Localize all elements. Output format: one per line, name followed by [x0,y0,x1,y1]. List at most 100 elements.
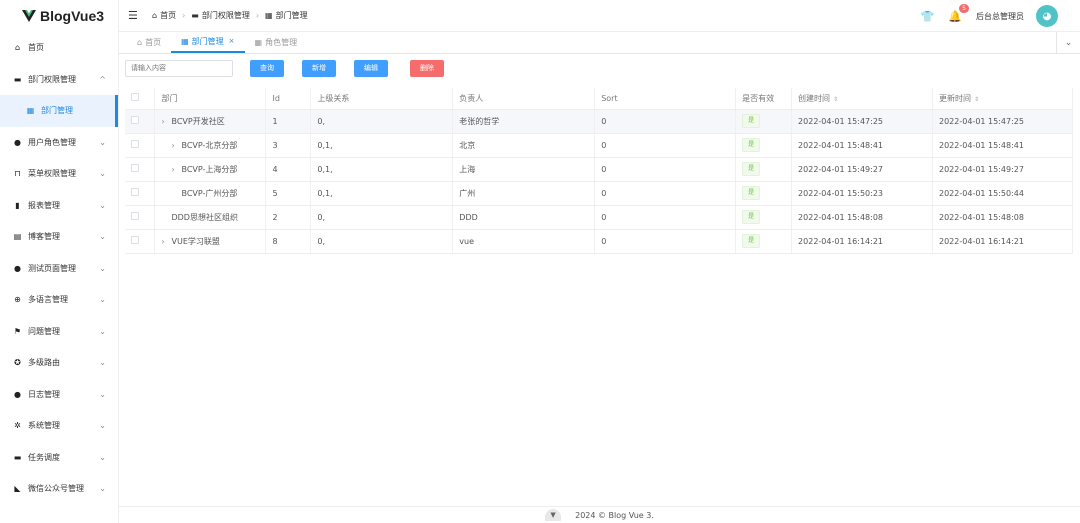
sidebar-item[interactable]: ⊕ 多语言管理 ⌄ [0,284,118,316]
chevron-down-icon[interactable]: ▼ [545,509,562,521]
breadcrumb-item[interactable]: 部门权限管理 [202,10,250,21]
sidebar-item-label: 系统管理 [28,421,60,431]
expand-arrow-icon[interactable]: › [161,117,171,126]
sidebar-item[interactable]: ⌂ 首页 [0,32,118,64]
theme-shirt-icon[interactable]: 👕 [921,10,935,23]
sidebar-item-label: 报表管理 [28,200,60,210]
tab-role[interactable]: ▦ 角色管理 [245,31,308,53]
sidebar-item[interactable]: ● 测试页面管理 ⌄ [0,253,118,285]
grid-icon: ▦ [265,11,273,20]
updated-cell: 2022-04-01 15:47:25 [932,109,1073,134]
briefcase-icon: ▬ [13,74,22,84]
header-actions: 👕 🔔 5 后台总管理员 ◕ [921,0,1058,32]
dept-name: BCVP-北京分部 [181,140,238,150]
expand-arrow-icon[interactable]: › [171,165,181,174]
breadcrumb-separator-icon: › [255,11,260,20]
column-header-updated[interactable]: 更新时间 ⇕ [932,88,1073,110]
table-row[interactable]: › BCVP开发社区 1 0, 老张的哲学 0 是 2022-04-01 15:47:25 20… [125,109,1073,134]
dept-cell: › BCVP-上海分部 [154,157,267,182]
sidebar-item[interactable]: ▬ 部门权限管理 ^ [0,64,118,96]
chevron-icon: ⌄ [99,263,106,273]
username[interactable]: 后台总管理员 [976,11,1024,22]
breadcrumb-item[interactable]: 首页 [160,10,176,21]
tab-bar: ⌂ 首页 ▦ 部门管理 × ▦ 角色管理 ⌄ [119,32,1080,54]
sidebar-item[interactable]: ✪ 多级路由 ⌄ [0,347,118,379]
updated-cell: 2022-04-01 15:49:27 [932,157,1073,182]
sidebar-item-label: 部门权限管理 [28,74,76,84]
id-cell: 4 [265,157,312,182]
close-icon[interactable]: × [229,37,235,45]
sidebar-item[interactable]: ⊓ 菜单权限管理 ⌄ [0,158,118,190]
table-row[interactable]: BCVP-广州分部 5 0,1, 广州 0 是 2022-04-01 15:50:23 202… [125,181,1073,206]
sidebar-item[interactable]: ● 日志管理 ⌄ [0,379,118,411]
lock-icon: ⊓ [14,169,21,179]
row-checkbox[interactable] [125,133,156,158]
menu-toggle-icon[interactable]: ☰ [128,9,140,22]
search-input[interactable] [125,59,233,77]
top-bar: ☰ ⌂ 首页 › ▬ 部门权限管理 › ▦ 部门管理 👕 🔔 5 后台总管理员 ◕ [119,0,1080,32]
chevron-icon: ⌄ [99,358,106,368]
bell-icon[interactable]: 🔔 5 [948,3,969,23]
updated-cell: 2022-04-01 15:50:44 [932,181,1073,206]
toolbar: 查询 新增 编辑 删除 [125,59,444,77]
status-badge: 是 [742,210,761,224]
row-checkbox[interactable] [125,229,156,254]
valid-cell: 是 [735,205,793,230]
sidebar-menu: ⌂ 首页 ▬ 部门权限管理 ^ ▦ 部门管理 ● 用户角色管理 ⌄ ⊓ 菜单权限管理 ⌄ ▮ 报表管理 ⌄ ▤ 博… [0,32,118,505]
sidebar-item[interactable]: ▤ 博客管理 ⌄ [0,221,118,253]
sidebar-item[interactable]: ● 用户角色管理 ⌄ [0,127,118,159]
column-header: 负责人 [452,88,596,110]
footer: ▼ 2024 © Blog Vue 3. [119,506,1080,523]
query-button[interactable]: 查询 [250,59,284,77]
tab-label: 部门管理 [191,36,224,46]
avatar[interactable]: ◕ [1036,5,1058,27]
sidebar-item[interactable]: ▬ 任务调度 ⌄ [0,442,118,474]
edit-button[interactable]: 编辑 [354,59,388,77]
table-row[interactable]: › BCVP-上海分部 4 0,1, 上海 0 是 2022-04-01 15:49:27 20… [125,157,1073,182]
flag-icon: ⚑ [13,326,22,336]
expand-arrow-icon[interactable]: › [161,237,171,246]
parent-cell: 0, [310,205,454,230]
delete-button[interactable]: 删除 [410,59,444,77]
sort-icon[interactable]: ⇕ [974,96,979,103]
row-checkbox[interactable] [125,205,156,230]
sort-icon[interactable]: ⇕ [833,96,838,103]
add-button[interactable]: 新增 [302,59,336,77]
sidebar-item-label: 多级路由 [28,358,60,368]
row-checkbox[interactable] [125,109,156,134]
status-badge: 是 [742,114,761,128]
status-badge: 是 [742,234,761,248]
status-badge: 是 [742,162,761,176]
sidebar-item[interactable]: ⚑ 问题管理 ⌄ [0,316,118,348]
sidebar-item[interactable]: ▦ 部门管理 [0,95,118,127]
dept-cell: › BCVP开发社区 [154,109,267,134]
tab-home[interactable]: ⌂ 首页 [127,31,171,53]
table-row[interactable]: DDD思想社区组织 2 0, DDD 0 是 2022-04-01 15:48:08 2022… [125,205,1073,230]
sidebar-item[interactable]: ▮ 报表管理 ⌄ [0,190,118,222]
created-cell: 2022-04-01 15:48:41 [791,133,933,158]
tab-department[interactable]: ▦ 部门管理 × [171,31,245,53]
sidebar-item-label: 首页 [28,43,44,53]
updated-cell: 2022-04-01 15:48:41 [932,133,1073,158]
table-row[interactable]: › VUE学习联盟 8 0, vue 0 是 2022-04-01 16:14:21 2022-… [125,229,1073,254]
owner-cell: 上海 [452,157,596,182]
row-checkbox[interactable] [125,181,156,206]
expand-arrow-icon[interactable]: › [171,141,181,150]
id-cell: 1 [265,109,312,134]
ticket-icon: ▬ [13,452,22,462]
grid-icon: ▦ [26,106,35,116]
chevron-down-icon[interactable]: ⌄ [1056,32,1080,54]
column-header-created[interactable]: 创建时间 ⇕ [791,88,933,110]
sidebar-item[interactable]: ✲ 系统管理 ⌄ [0,410,118,442]
grid-icon: ▦ [181,36,189,46]
app-logo[interactable]: BlogVue3 [0,0,118,32]
info-icon: ● [14,263,21,273]
chevron-icon: ⌄ [99,295,106,305]
table-row[interactable]: › BCVP-北京分部 3 0,1, 北京 0 是 2022-04-01 15:48:41 20… [125,133,1073,158]
sidebar-item-label: 任务调度 [28,452,60,462]
dept-name: BCVP-上海分部 [181,164,238,174]
owner-cell: 广州 [452,181,596,206]
row-checkbox[interactable] [125,157,156,182]
sidebar-item[interactable]: ◣ 微信公众号管理 ⌄ [0,473,118,505]
select-all-checkbox[interactable] [125,88,156,110]
